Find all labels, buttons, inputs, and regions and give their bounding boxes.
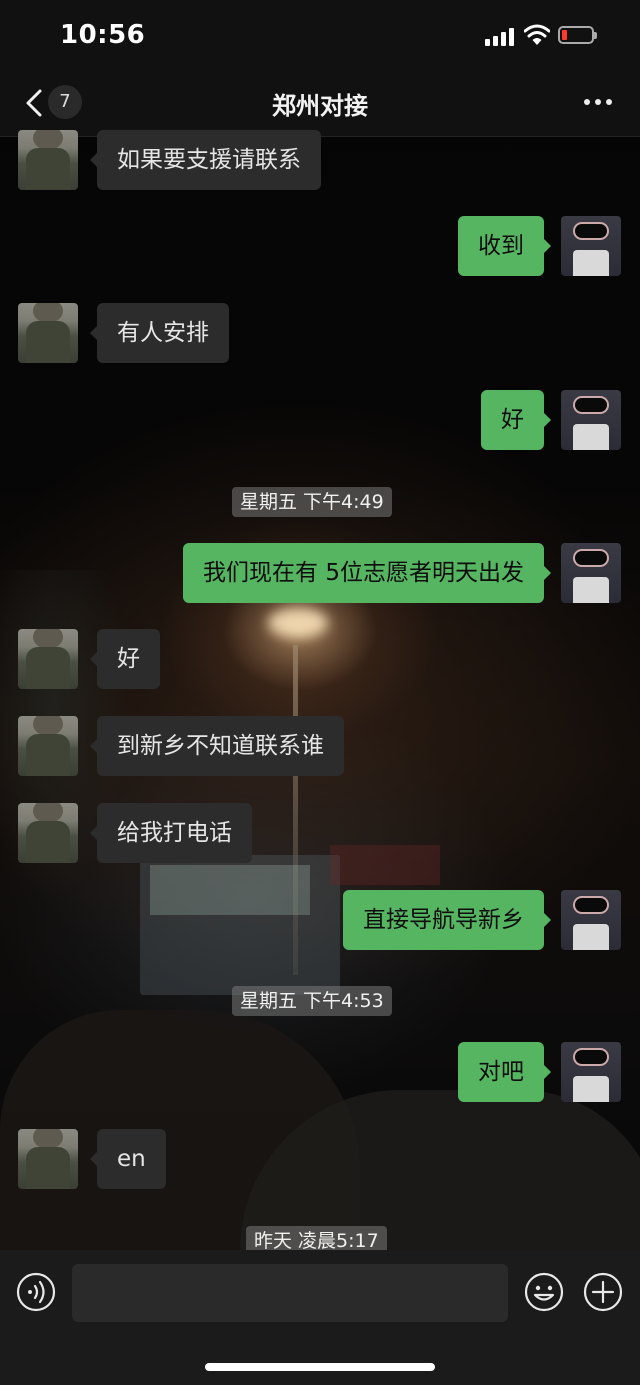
home-indicator[interactable] (205, 1363, 435, 1371)
wallpaper-street-lamp (268, 608, 328, 638)
message-bubble-incoming[interactable]: en (90, 1129, 166, 1189)
my-avatar[interactable] (561, 543, 621, 603)
wallpaper-sign (150, 865, 310, 915)
message-bubble-outgoing[interactable]: 直接导航导新乡 (343, 890, 551, 950)
wallpaper-shop (330, 845, 440, 885)
plus-icon[interactable] (583, 1272, 623, 1312)
my-avatar[interactable] (561, 390, 621, 450)
message-timestamp: 星期五 下午4:49 (232, 487, 392, 517)
my-avatar[interactable] (561, 1042, 621, 1102)
battery-level (562, 30, 567, 40)
more-options-icon[interactable] (582, 96, 614, 108)
message-bubble-incoming[interactable]: 到新乡不知道联系谁 (90, 716, 344, 776)
contact-avatar[interactable] (18, 303, 78, 363)
message-bubble-incoming[interactable]: 有人安排 (90, 303, 229, 363)
contact-avatar[interactable] (18, 130, 78, 190)
message-bubble-outgoing[interactable]: 对吧 (458, 1042, 551, 1102)
status-bar: 10:56 (0, 0, 640, 70)
message-bubble-incoming[interactable]: 如果要支援请联系 (90, 130, 321, 190)
wifi-icon (524, 24, 550, 45)
emoji-icon[interactable] (524, 1272, 564, 1312)
message-bubble-incoming[interactable]: 好 (90, 629, 160, 689)
contact-avatar[interactable] (18, 1129, 78, 1189)
message-timestamp: 星期五 下午4:53 (232, 986, 392, 1016)
chat-wallpaper (0, 0, 640, 1385)
my-avatar[interactable] (561, 890, 621, 950)
status-time: 10:56 (60, 20, 146, 50)
wallpaper-building (140, 855, 340, 995)
chat-title: 郑州对接 (272, 92, 368, 120)
cellular-signal-icon (485, 28, 517, 46)
voice-input-icon[interactable] (16, 1272, 56, 1312)
my-avatar[interactable] (561, 216, 621, 276)
message-bubble-outgoing[interactable]: 我们现在有 5位志愿者明天出发 (183, 543, 551, 603)
contact-avatar[interactable] (18, 803, 78, 863)
contact-avatar[interactable] (18, 629, 78, 689)
contact-avatar[interactable] (18, 716, 78, 776)
message-bubble-outgoing[interactable]: 收到 (458, 216, 551, 276)
message-bubble-incoming[interactable]: 给我打电话 (90, 803, 252, 863)
message-bubble-outgoing[interactable]: 好 (481, 390, 551, 450)
message-input[interactable] (72, 1264, 508, 1322)
battery-icon (558, 26, 597, 44)
